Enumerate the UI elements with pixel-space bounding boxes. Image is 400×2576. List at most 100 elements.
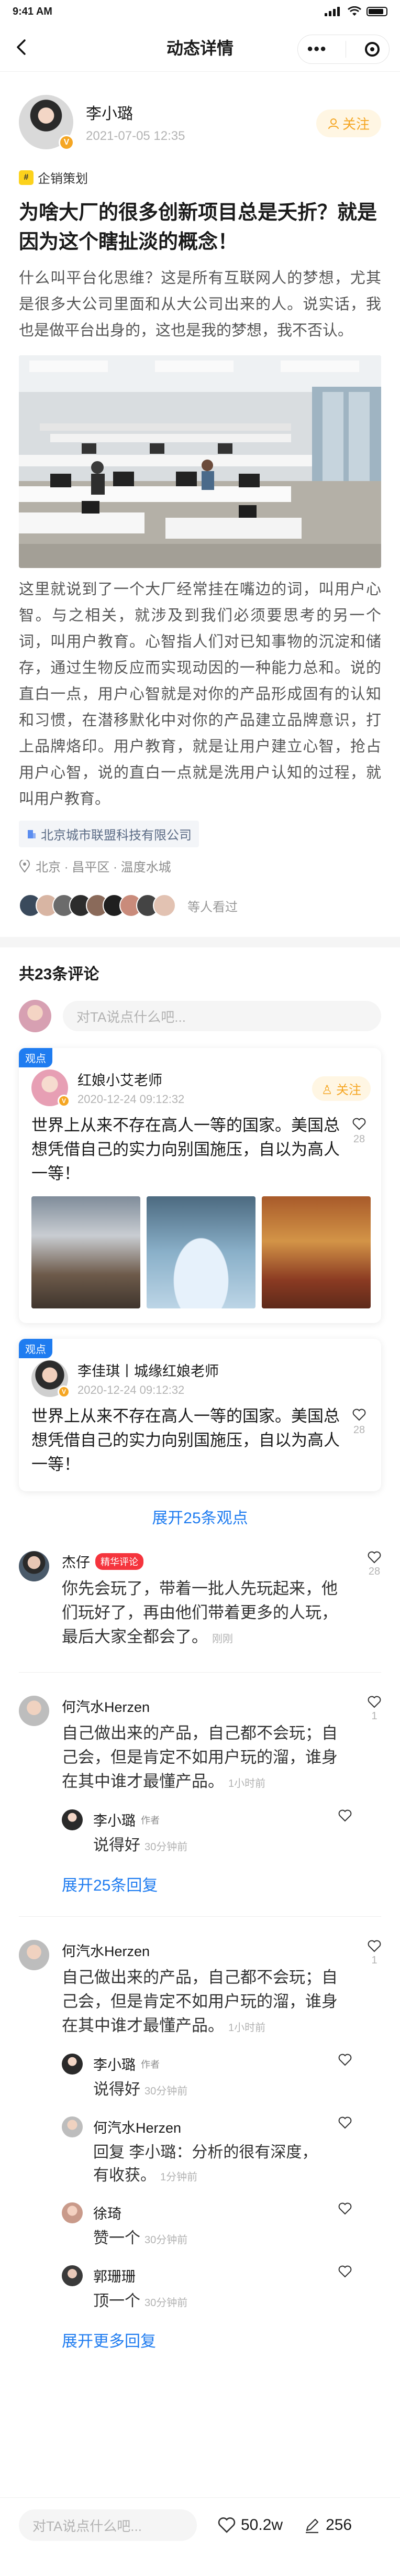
opinion-author[interactable]: 李佳琪丨城缘红娘老师 <box>77 1360 219 1380</box>
heart-icon[interactable] <box>338 2202 352 2215</box>
topic-tag[interactable]: # 企销策划 <box>19 168 88 187</box>
reply-body: 徐琦 赞一个 30分钟前 <box>93 2202 352 2252</box>
reply-text: 说得好 30分钟前 <box>93 1834 323 1859</box>
comment-text: 你先会玩了，带着一批人先玩起来，他们玩好了，再由他们带着更多的人玩，最后大家全都… <box>62 1577 352 1651</box>
comment-author[interactable]: 杰仔 <box>62 1551 90 1571</box>
like-button[interactable]: 28 <box>348 1404 371 1477</box>
opinion-body: 世界上从来不存在高人一等的国家。美国总想凭借自己的实力向别国施压，自以为高人一等… <box>31 1404 371 1477</box>
more-icon[interactable]: ••• <box>307 41 327 57</box>
avatar[interactable] <box>62 2202 83 2223</box>
opinion-text: 世界上从来不存在高人一等的国家。美国总想凭借自己的实力向别国施压，自以为高人一等… <box>31 1407 340 1473</box>
reply-time: 30分钟前 <box>145 2234 188 2246</box>
reply-item: 李小璐 作者 说得好 30分钟前 <box>62 1809 352 1859</box>
reply-author[interactable]: 李小璐 <box>93 2054 136 2074</box>
avatar[interactable] <box>62 2116 83 2137</box>
opinion-header: V 红娘小艾老师 2020-12-24 09:12:32 ♙ 关注 <box>31 1069 371 1107</box>
avatar[interactable] <box>19 1696 49 1726</box>
opinion-time: 2020-12-24 09:12:32 <box>77 1383 185 1396</box>
comment-input[interactable]: 对TA说点什么吧... <box>63 1001 381 1031</box>
like-button[interactable]: 1 <box>368 1696 381 1722</box>
opinion-image[interactable] <box>262 1196 371 1308</box>
reply-author[interactable]: 何汽水Herzen <box>93 2116 181 2137</box>
signal-icon <box>325 7 342 16</box>
heart-icon[interactable] <box>338 2116 352 2129</box>
like-button[interactable]: 28 <box>368 1551 381 1578</box>
like-count: 28 <box>353 1424 365 1436</box>
heart-icon <box>218 2517 236 2533</box>
section-divider <box>0 937 400 947</box>
close-mini-program-icon[interactable] <box>365 42 380 57</box>
comment-count: 共23条评论 <box>19 966 99 983</box>
comment-post-button[interactable]: 256 <box>304 2509 352 2541</box>
comment-time: 1小时前 <box>228 1778 266 1789</box>
heart-icon <box>352 1409 366 1421</box>
viewers-row[interactable]: 等人看过 <box>19 894 381 917</box>
comment-author[interactable]: 何汽水Herzen <box>62 1696 150 1716</box>
avatar[interactable] <box>19 1551 49 1581</box>
comment-time: 1小时前 <box>228 2022 266 2034</box>
reply-author[interactable]: 郭珊珊 <box>93 2265 136 2286</box>
opinion-meta: 李佳琪丨城缘红娘老师 2020-12-24 09:12:32 <box>77 1360 219 1397</box>
reply-author[interactable]: 徐琦 <box>93 2202 121 2223</box>
opinion-images <box>31 1196 371 1308</box>
avatar[interactable]: V <box>19 95 74 150</box>
like-button[interactable]: 1 <box>368 1940 381 1967</box>
comment-author-row: 何汽水Herzen <box>62 1696 352 1716</box>
battery-icon <box>366 7 387 16</box>
opinion-image[interactable] <box>31 1196 140 1308</box>
avatar[interactable] <box>62 2054 83 2075</box>
comment-author-row: 何汽水Herzen <box>62 1940 352 1960</box>
expand-opinions-link[interactable]: 展开25条观点 <box>19 1505 381 1528</box>
avatar[interactable] <box>62 2265 83 2286</box>
status-icons <box>325 6 387 17</box>
heart-icon <box>352 1118 366 1130</box>
reply-author[interactable]: 李小璐 <box>93 1809 136 1830</box>
heart-icon[interactable] <box>338 2265 352 2278</box>
heart-icon[interactable] <box>338 1809 352 1822</box>
reply-content: 说得好 <box>93 2081 140 2098</box>
reply-time: 30分钟前 <box>145 2297 188 2309</box>
opinion-image[interactable] <box>147 1196 255 1308</box>
reply-body: 李小璐 作者 说得好 30分钟前 <box>93 2054 352 2103</box>
post-comment-count: 256 <box>326 2516 352 2534</box>
follow-button[interactable]: ♙ 关注 <box>312 1076 371 1101</box>
follow-button[interactable]: 关注 <box>316 110 381 137</box>
verified-icon: V <box>58 1385 70 1398</box>
back-icon[interactable] <box>13 38 31 57</box>
avatar[interactable] <box>19 1940 49 1970</box>
opinion-author[interactable]: 红娘小艾老师 <box>77 1069 184 1089</box>
heart-icon <box>368 1940 381 1952</box>
opinion-card: 观点 V 红娘小艾老师 2020-12-24 09:12:32 ♙ 关注 世界上… <box>19 1048 381 1323</box>
comment-body: 何汽水Herzen 自己做出来的产品，自己都不会玩；自己会，但是肯定不如用户玩的… <box>62 1940 381 2351</box>
reply-time: 30分钟前 <box>145 1841 188 1853</box>
reply-body: 郭珊珊 顶一个 30分钟前 <box>93 2265 352 2315</box>
person-icon: ♙ <box>321 1083 333 1097</box>
post-title: 为啥大厂的很多创新项目总是夭折？就是因为这个瞎扯淡的概念！ <box>19 202 377 253</box>
location-pin-icon <box>19 859 30 872</box>
avatar[interactable] <box>62 1809 83 1830</box>
post-image[interactable] <box>19 355 381 568</box>
heart-icon[interactable] <box>338 2054 352 2066</box>
expand-replies-link[interactable]: 展开25条回复 <box>62 1872 352 1895</box>
reply-author-row: 李小璐 作者 <box>93 2054 323 2074</box>
reply-text: 顶一个 30分钟前 <box>93 2290 323 2315</box>
comment-author[interactable]: 何汽水Herzen <box>62 1940 150 1960</box>
like-button[interactable]: 28 <box>348 1114 371 1186</box>
location-text: 北京 · 昌平区 · 温度水城 <box>36 860 171 875</box>
expand-more-replies-link[interactable]: 展开更多回复 <box>62 2328 352 2351</box>
bottom-comment-input[interactable]: 对TA说点什么吧... <box>19 2509 197 2541</box>
featured-badge: 精华评论 <box>95 1553 143 1570</box>
reply-item: 何汽水Herzen 回复 李小璐：分析的很有深度，有收获。 1分钟前 <box>62 2116 352 2189</box>
reply-text: 说得好 30分钟前 <box>93 2078 323 2103</box>
post-body: 这里就说到了一个大厂经常挂在嘴边的词，叫用户心智。与之相关，就涉及到我们必须要思… <box>19 581 381 807</box>
status-bar: 9:41 AM <box>0 0 400 23</box>
opinion-tag: 观点 <box>19 1339 52 1358</box>
building-icon <box>28 829 36 838</box>
like-count: 1 <box>371 1955 377 1966</box>
like-post-button[interactable]: 50.2w <box>218 2509 283 2541</box>
avatar[interactable]: V <box>31 1069 70 1107</box>
like-count: 28 <box>368 1566 381 1577</box>
company-link[interactable]: 北京城市联盟科技有限公司 <box>19 821 199 847</box>
avatar[interactable]: V <box>31 1360 70 1398</box>
author-name[interactable]: 李小璐 <box>86 101 185 124</box>
